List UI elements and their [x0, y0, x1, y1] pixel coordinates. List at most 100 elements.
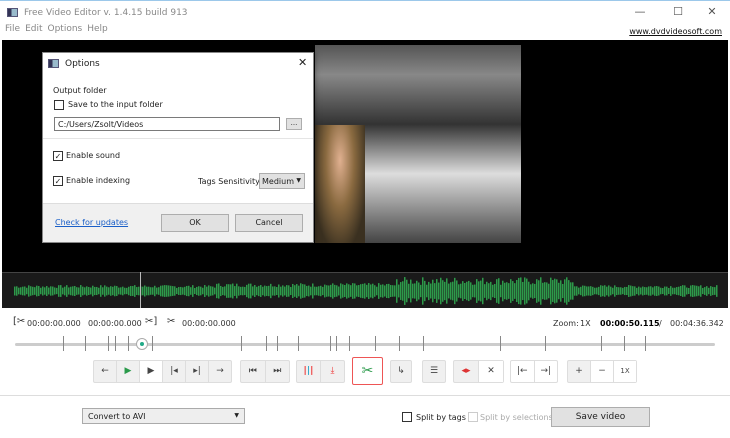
menu-help[interactable]: Help: [87, 24, 108, 34]
tags-sensitivity-select[interactable]: Medium ▼: [259, 173, 305, 189]
waveform-bar: [310, 286, 312, 296]
waveform-bar: [308, 285, 310, 297]
audio-waveform[interactable]: [2, 272, 728, 308]
playhead[interactable]: [140, 272, 141, 308]
waveform-bar: [196, 286, 198, 296]
waveform-bar: [596, 287, 598, 295]
dialog-close-button[interactable]: ✕: [298, 56, 307, 69]
close-button[interactable]: ✕: [702, 5, 722, 19]
timeline-handle[interactable]: [135, 338, 148, 350]
browse-button[interactable]: ...: [286, 118, 302, 130]
timeline-slider[interactable]: [15, 343, 715, 346]
format-select[interactable]: Convert to AVI ▼: [82, 408, 245, 424]
cancel-button[interactable]: Cancel: [235, 214, 303, 232]
waveform-bar: [654, 286, 656, 296]
waveform-bar: [668, 287, 670, 295]
waveform-bar: [318, 286, 320, 296]
waveform-bar: [16, 286, 18, 296]
next-frame-button[interactable]: →: [209, 361, 231, 382]
rotate-icon: ↳: [397, 366, 405, 376]
save-to-input-checkbox[interactable]: [54, 100, 64, 110]
select-range-button[interactable]: ◂▸: [454, 361, 479, 382]
waveform-bar: [332, 283, 334, 299]
save-video-button[interactable]: Save video: [551, 407, 650, 427]
waveform-bar: [18, 287, 20, 295]
waveform-bar: [14, 286, 16, 296]
waveform-bar: [110, 286, 112, 296]
maximize-button[interactable]: ☐: [668, 5, 688, 19]
waveform-bar: [560, 280, 562, 302]
rotate-button[interactable]: ↳: [390, 360, 412, 383]
waveform-bar: [320, 285, 322, 297]
zoom-in-button[interactable]: +: [568, 361, 591, 382]
waveform-bar: [508, 283, 510, 299]
waveform-bar: [682, 285, 684, 297]
enable-indexing-checkbox[interactable]: ✓: [53, 176, 63, 186]
zoom-reset-button[interactable]: 1X: [614, 361, 636, 382]
waveform-bar: [594, 287, 596, 295]
waveform-bar: [386, 283, 388, 299]
waveform-bar: [632, 286, 634, 296]
menu-edit[interactable]: Edit: [25, 24, 42, 34]
prev-marker-button[interactable]: ⏮: [241, 361, 266, 382]
waveform-bar: [432, 279, 434, 303]
ok-button[interactable]: OK: [161, 214, 229, 232]
prev-frame-button[interactable]: ←: [94, 361, 117, 382]
remove-marker-button[interactable]: ⤓: [321, 361, 344, 382]
output-path-input[interactable]: C:/Users/Zsolt/Videos: [54, 117, 280, 131]
waveform-bar: [336, 285, 338, 297]
waveform-bar: [612, 287, 614, 295]
menu-file[interactable]: File: [5, 24, 20, 34]
waveform-bar: [288, 285, 290, 297]
options-dialog: Options ✕ Output folder Save to the inpu…: [42, 52, 314, 243]
dialog-icon: [48, 59, 59, 68]
waveform-bar: [48, 287, 50, 295]
waveform-bar: [72, 286, 74, 296]
minimize-button[interactable]: —: [630, 5, 650, 19]
cut-button[interactable]: ✂: [352, 357, 383, 385]
timeline-marker: [266, 336, 267, 351]
waveform-bar: [544, 282, 546, 300]
check-updates-link[interactable]: Check for updates: [55, 218, 128, 227]
clear-selection-button[interactable]: ✕: [479, 361, 503, 382]
waveform-bar: [378, 283, 380, 299]
settings-button[interactable]: ☰: [422, 360, 446, 383]
waveform-bar: [392, 285, 394, 297]
waveform-bar: [272, 286, 274, 296]
zoom-out-button[interactable]: −: [591, 361, 614, 382]
go-start-button[interactable]: |◂: [163, 361, 186, 382]
waveform-bar: [368, 283, 370, 299]
waveform-bar: [312, 283, 314, 299]
split-by-selections-checkbox[interactable]: [468, 412, 478, 422]
waveform-bar: [676, 287, 678, 295]
waveform-bar: [150, 287, 152, 295]
waveform-bar: [482, 277, 484, 305]
split-by-selections-label: Split by selections: [480, 413, 553, 422]
waveform-bar: [92, 285, 94, 297]
waveform-bar: [586, 286, 588, 296]
waveform-bar: [578, 287, 580, 295]
play-button[interactable]: ▶: [117, 361, 140, 382]
website-link[interactable]: www.dvdvideosoft.com: [629, 27, 722, 36]
selection-end-icon[interactable]: ✂]: [145, 316, 157, 327]
selection-start-icon[interactable]: [✂: [13, 316, 25, 327]
waveform-bar: [278, 284, 280, 298]
waveform-bar: [614, 285, 616, 297]
go-end-button[interactable]: ▸|: [186, 361, 209, 382]
waveform-bar: [120, 287, 122, 295]
jump-start-button[interactable]: |←: [511, 361, 535, 382]
waveform-bar: [30, 286, 32, 296]
waveform-bar: [716, 285, 718, 297]
play-selection-button[interactable]: ▶: [140, 361, 163, 382]
waveform-bar: [598, 286, 600, 296]
waveform-bar: [370, 284, 372, 298]
split-by-tags-checkbox[interactable]: [402, 412, 412, 422]
next-marker-button[interactable]: ⏭: [266, 361, 290, 382]
waveform-bar: [80, 285, 82, 297]
add-marker-button[interactable]: |||: [297, 361, 321, 382]
enable-sound-checkbox[interactable]: ✓: [53, 151, 63, 161]
waveform-bar: [416, 280, 418, 302]
menu-options[interactable]: Options: [48, 24, 83, 34]
jump-end-button[interactable]: →|: [535, 361, 558, 382]
cut-icon[interactable]: ✂: [167, 316, 175, 327]
